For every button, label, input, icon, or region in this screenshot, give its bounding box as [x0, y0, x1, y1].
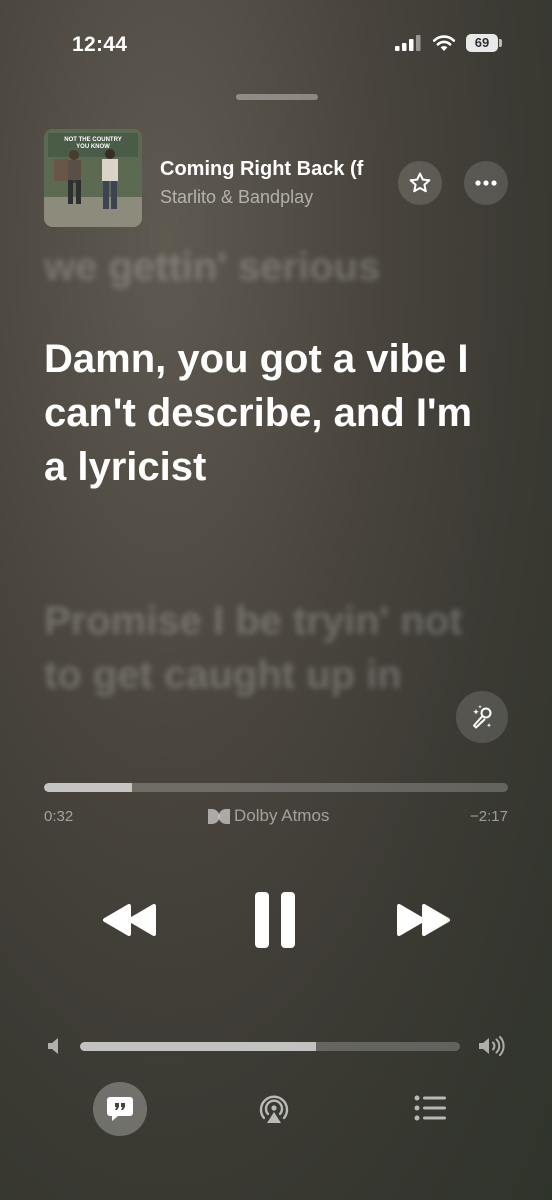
- sing-mode-button[interactable]: [456, 691, 508, 743]
- sheet-grabber[interactable]: [236, 94, 318, 100]
- list-icon: [414, 1095, 446, 1121]
- ellipsis-icon: [475, 180, 497, 186]
- track-artist[interactable]: Starlito & Bandplay: [160, 187, 313, 208]
- favorite-button[interactable]: [398, 161, 442, 205]
- remaining-time: −2:17: [470, 808, 508, 825]
- star-icon: [409, 172, 431, 193]
- fast-forward-icon: [397, 904, 450, 936]
- dolby-icon: [208, 808, 230, 824]
- quote-bubble-icon: [107, 1097, 133, 1121]
- audio-format-label: Dolby Atmos: [234, 806, 330, 825]
- pause-button[interactable]: [252, 889, 298, 951]
- microphone-sparkle-icon: [473, 705, 492, 729]
- album-artwork-text: NOT THE COUNTRY YOU KNOW: [64, 137, 122, 150]
- track-title[interactable]: Coming Right Back (f: [160, 158, 390, 181]
- more-options-button[interactable]: [464, 161, 508, 205]
- lyric-line-previous[interactable]: we gettin' serious: [44, 240, 484, 294]
- lyrics-toggle-button[interactable]: [93, 1082, 147, 1136]
- airplay-icon: [259, 1095, 289, 1123]
- queue-button[interactable]: [414, 1094, 448, 1122]
- rewind-button[interactable]: [102, 902, 158, 938]
- rewind-icon: [103, 904, 156, 936]
- wifi-icon: [432, 35, 456, 51]
- playback-progress-fill: [44, 783, 133, 792]
- cellular-signal-icon: [395, 35, 421, 51]
- playback-progress-slider[interactable]: [44, 783, 508, 792]
- volume-low-icon: [48, 1038, 58, 1054]
- fast-forward-button[interactable]: [395, 902, 451, 938]
- audio-format-badge: Dolby Atmos: [208, 806, 329, 826]
- lyric-line-current[interactable]: Damn, you got a vibe I can't describe, a…: [44, 332, 484, 494]
- lyric-line-next[interactable]: Promise I be tryin' not to get caught up…: [44, 594, 464, 702]
- pause-icon: [255, 892, 295, 948]
- volume-high-icon: [479, 1036, 505, 1056]
- album-artwork[interactable]: NOT THE COUNTRY YOU KNOW: [44, 129, 142, 227]
- elapsed-time: 0:32: [44, 808, 74, 825]
- volume-fill: [80, 1042, 316, 1051]
- status-time: 12:44: [72, 33, 128, 56]
- battery-tip: [499, 39, 502, 47]
- airplay-button[interactable]: [256, 1090, 292, 1126]
- battery-indicator: 69: [466, 34, 498, 52]
- volume-slider[interactable]: [80, 1042, 460, 1051]
